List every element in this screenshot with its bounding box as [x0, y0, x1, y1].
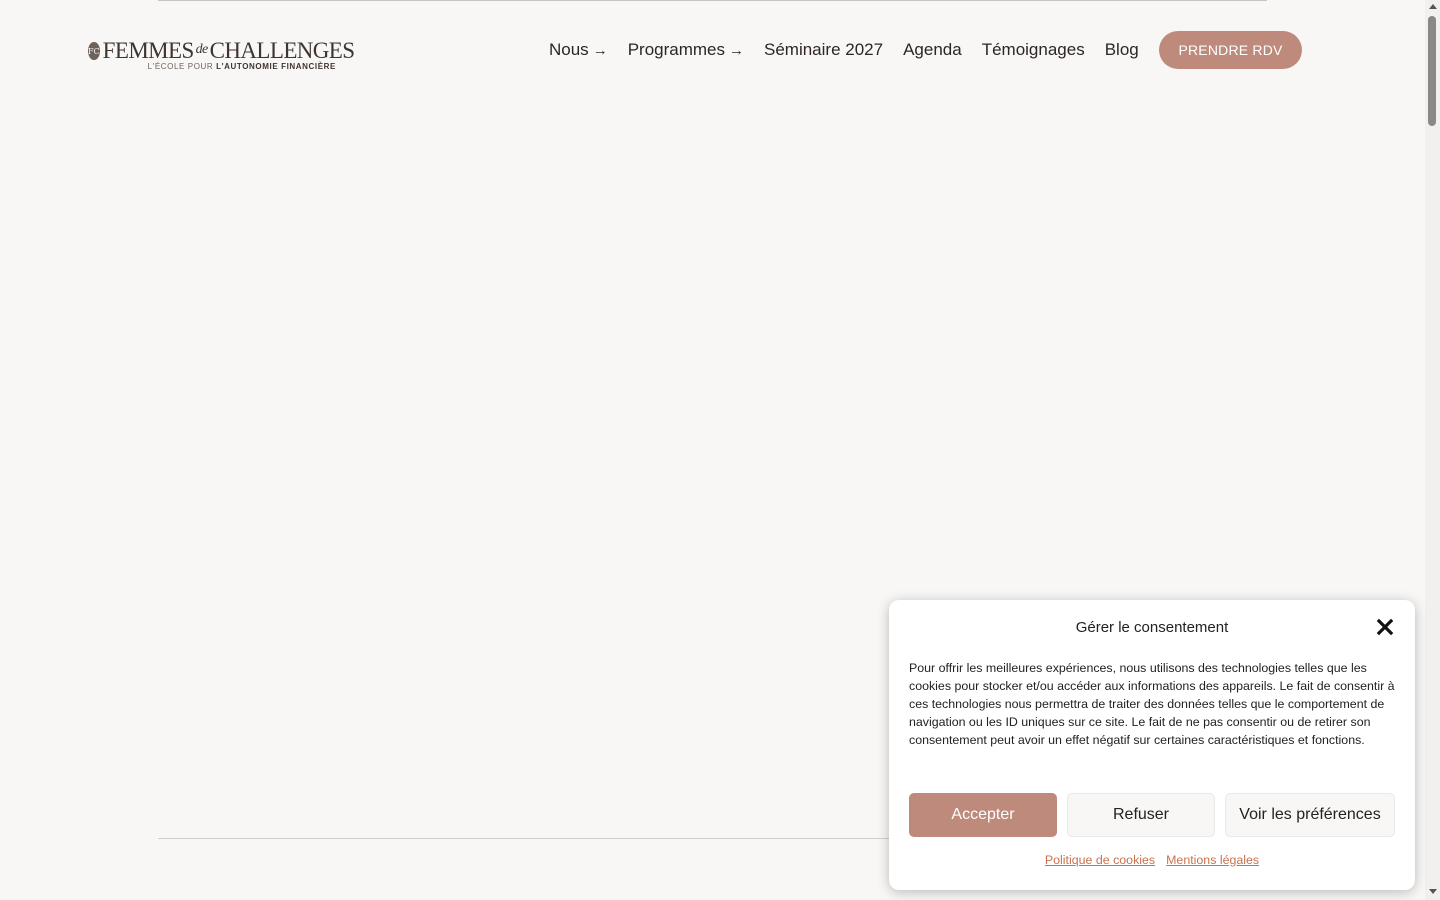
top-divider: [158, 0, 1267, 1]
logo-main-de: de: [195, 42, 209, 57]
refuse-button[interactable]: Refuser: [1067, 793, 1215, 837]
cookie-consent-dialog: Gérer le consentement Pour offrir les me…: [889, 600, 1415, 890]
legal-notice-link[interactable]: Mentions légales: [1166, 853, 1259, 867]
nav-item-label: Témoignages: [981, 40, 1085, 59]
arrow-right-icon: →: [592, 41, 608, 59]
nav-item-blog[interactable]: Blog: [1105, 40, 1139, 60]
logo-main-text: FEMMES deCHALLENGES: [103, 39, 355, 62]
logo-wordmark: FEMMES deCHALLENGES L'ÉCOLE POUR L'AUTONO…: [103, 39, 355, 71]
scroll-up-arrow-icon[interactable]: [1429, 4, 1437, 9]
view-preferences-button[interactable]: Voir les préférences: [1225, 793, 1395, 837]
cookie-policy-link[interactable]: Politique de cookies: [1045, 853, 1155, 867]
logo-main-left: FEMMES: [102, 38, 195, 63]
consent-description: Pour offrir les meilleures expériences, …: [909, 661, 1395, 747]
scrollbar-thumb[interactable]: [1428, 16, 1436, 126]
accept-button[interactable]: Accepter: [909, 793, 1057, 837]
scroll-down-arrow-icon[interactable]: [1429, 889, 1437, 894]
arrow-right-icon: →: [729, 41, 744, 59]
nav-item-seminaire[interactable]: Séminaire 2027: [764, 40, 883, 60]
nav-item-nous[interactable]: Nous →: [549, 40, 608, 60]
consent-links: Politique de cookies Mentions légales: [889, 853, 1415, 867]
nav-item-label: Programmes: [627, 40, 725, 59]
logo-tagline-bold: L'AUTONOMIE FINANCIÈRE: [216, 62, 336, 71]
site-logo[interactable]: FC FEMMES deCHALLENGES L'ÉCOLE POUR L'AUT…: [88, 38, 355, 72]
book-appointment-button[interactable]: PRENDRE RDV: [1159, 31, 1302, 69]
nav-item-agenda[interactable]: Agenda: [903, 40, 962, 60]
logo-monogram-icon: FC: [88, 42, 100, 60]
logo-tagline-light: L'ÉCOLE POUR: [147, 62, 217, 71]
nav-item-label: Séminaire 2027: [764, 40, 884, 59]
logo-tagline: L'ÉCOLE POUR L'AUTONOMIE FINANCIÈRE: [148, 63, 355, 71]
nav-item-label: Nous: [549, 40, 589, 59]
main-nav: Nous → Programmes → Séminaire 2027 Agend…: [549, 38, 1139, 62]
consent-title: Gérer le consentement: [1075, 619, 1229, 636]
page-scrollbar[interactable]: [1425, 0, 1440, 900]
logo-main-right: CHALLENGES: [209, 38, 355, 63]
close-icon[interactable]: [1375, 617, 1395, 637]
nav-item-temoignages[interactable]: Témoignages: [982, 40, 1085, 60]
nav-item-label: Agenda: [903, 40, 962, 59]
nav-item-programmes[interactable]: Programmes →: [628, 40, 744, 60]
nav-item-label: Blog: [1104, 40, 1139, 59]
